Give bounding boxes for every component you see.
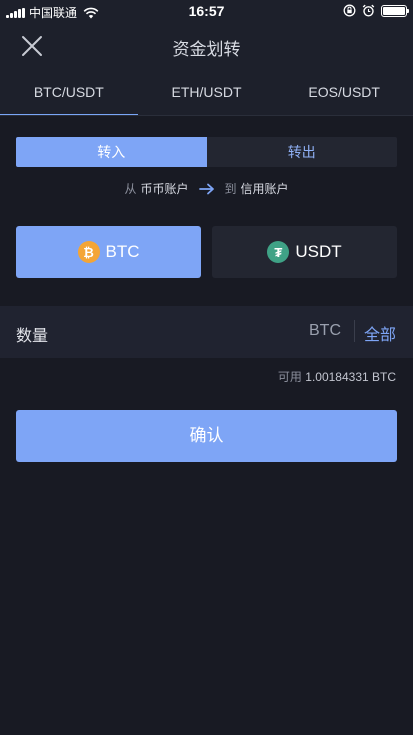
- nav-bar: 资金划转: [0, 22, 413, 70]
- direction-toggle: 转入 转出: [16, 137, 397, 167]
- divider: [354, 320, 355, 342]
- from-account: 币币账户: [140, 182, 189, 196]
- rotation-lock-icon: [343, 4, 356, 17]
- all-button[interactable]: 全部: [364, 321, 396, 345]
- from-prefix: 从: [124, 182, 137, 196]
- quantity-row: 数量 BTC 全部: [0, 306, 413, 358]
- tab-btc-usdt[interactable]: BTC/USDT: [0, 70, 138, 116]
- pair-tabs: BTC/USDT ETH/USDT EOS/USDT: [0, 70, 413, 116]
- divider: [0, 115, 413, 116]
- battery-icon: [381, 4, 409, 17]
- transfer-out-button[interactable]: 转出: [206, 137, 397, 167]
- coin-option-usdt[interactable]: ₮ USDT: [212, 226, 397, 278]
- status-bar: 中国联通 16:57: [0, 0, 413, 22]
- quantity-unit: BTC: [309, 322, 341, 339]
- status-right: [343, 4, 409, 17]
- page-title: 资金划转: [172, 40, 241, 59]
- bitcoin-icon: ₿: [77, 241, 100, 263]
- available-label: 可用: [277, 370, 302, 384]
- tab-eos-usdt[interactable]: EOS/USDT: [275, 70, 413, 116]
- coin-option-btc[interactable]: ₿ BTC: [16, 226, 201, 278]
- tab-eth-usdt[interactable]: ETH/USDT: [138, 70, 276, 116]
- transfer-flow: 从 币币账户 到 信用账户: [0, 180, 413, 197]
- coin-selector: ₿ BTC ₮ USDT: [16, 226, 397, 278]
- tether-icon: ₮: [267, 241, 290, 263]
- alarm-icon: [362, 4, 375, 17]
- to-account: 信用账户: [240, 182, 289, 196]
- to-prefix: 到: [224, 182, 237, 196]
- confirm-button[interactable]: 确认: [16, 410, 397, 462]
- available-amount: 1.00184331 BTC: [305, 370, 396, 384]
- quantity-label: 数量: [16, 328, 49, 345]
- transfer-in-button[interactable]: 转入: [16, 137, 207, 167]
- coin-label: BTC: [105, 242, 140, 261]
- available-balance: 可用 1.00184331 BTC: [278, 368, 396, 385]
- quantity-input[interactable]: [120, 314, 290, 350]
- coin-label: USDT: [295, 242, 342, 261]
- arrow-right-icon: [198, 183, 214, 194]
